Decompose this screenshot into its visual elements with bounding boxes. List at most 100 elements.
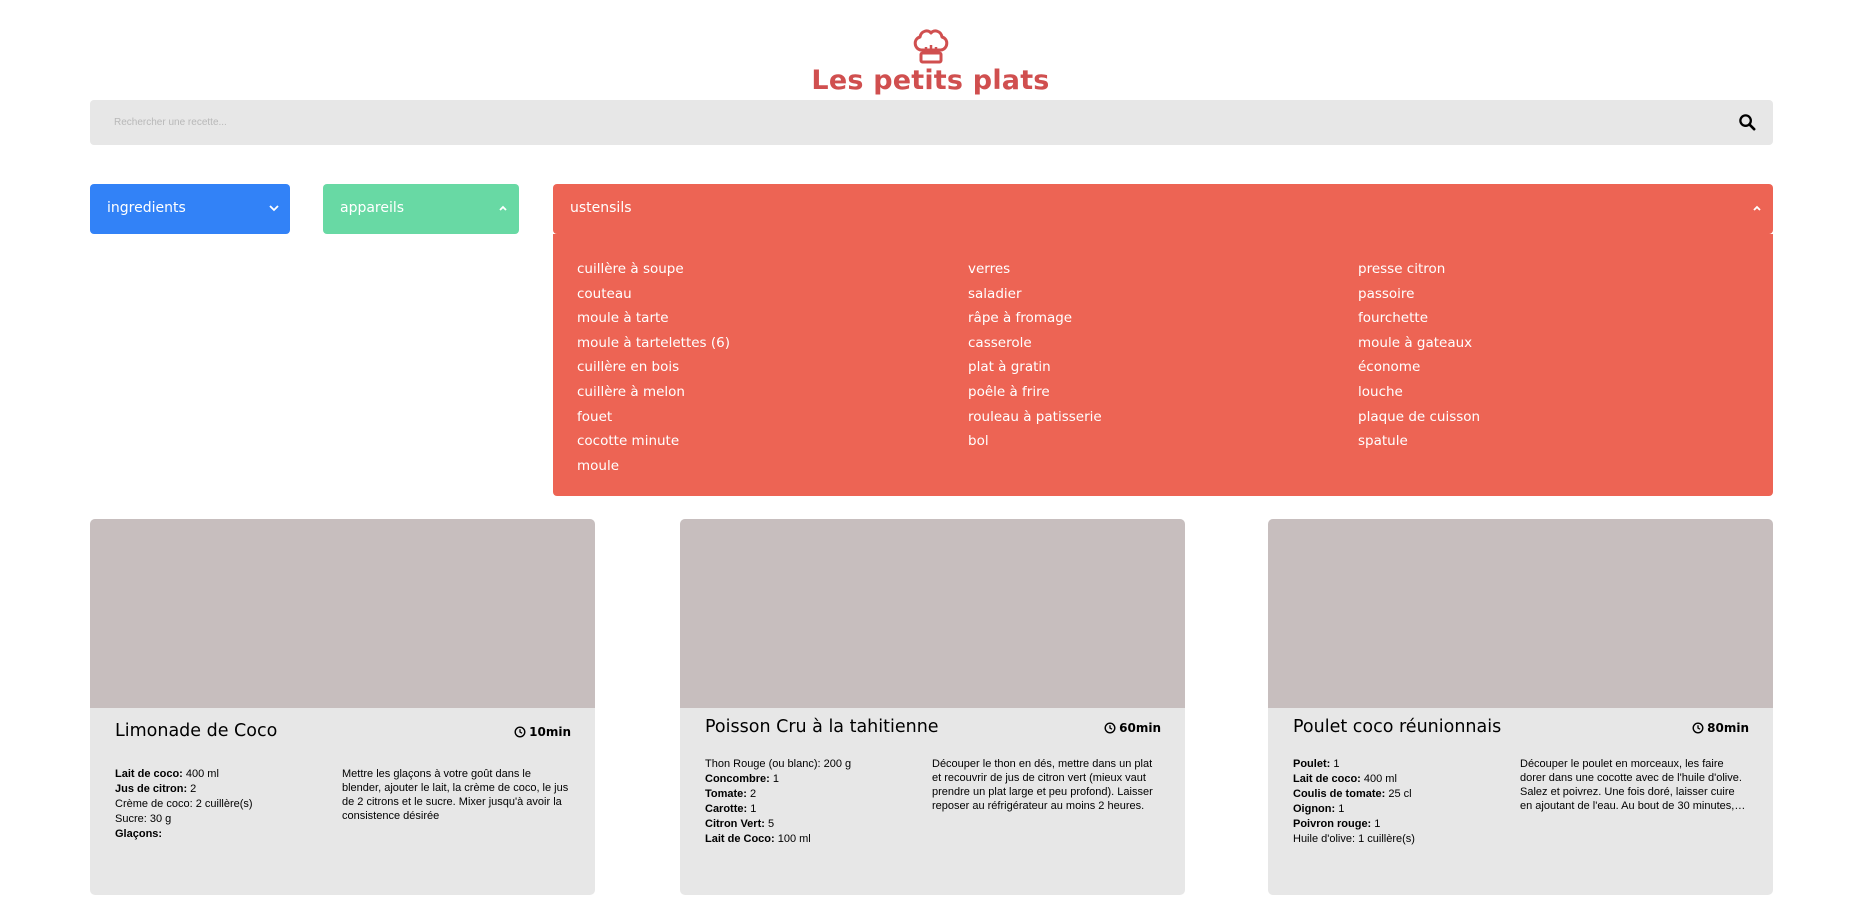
- ustensils-dropdown: cuillère à soupe couteau moule à tarte m…: [553, 234, 1773, 496]
- dropdown-item[interactable]: verres: [968, 257, 1102, 282]
- ingredient-name: Jus de citron:: [115, 783, 188, 795]
- dropdown-item[interactable]: moule: [577, 454, 730, 479]
- recipe-time: 80min: [1692, 721, 1749, 735]
- ingredient-row: Tomate: 2: [705, 787, 915, 802]
- ingredient-row: Citron Vert: 5: [705, 817, 915, 832]
- ingredient-row: Sucre: 30 g: [115, 812, 325, 827]
- ingredient-name: Citron Vert:: [705, 818, 765, 830]
- ingredient-row: Crème de coco: 2 cuillère(s): [115, 797, 325, 812]
- ingredient-qty: 400 ml: [1360, 773, 1397, 785]
- ingredient-qty: 2: [746, 788, 757, 800]
- recipe-image: [1268, 519, 1773, 708]
- dropdown-item[interactable]: moule à gateaux: [1358, 331, 1480, 356]
- ingredient-qty: 1 cuillère(s): [1355, 833, 1415, 845]
- dropdown-column: verres saladier râpe à fromage casserole…: [968, 257, 1102, 454]
- recipe-time: 10min: [514, 725, 571, 739]
- recipe-description: Mettre les glaçons à votre goût dans le …: [342, 768, 569, 822]
- dropdown-column: cuillère à soupe couteau moule à tarte m…: [577, 257, 730, 478]
- recipe-description: Découper le poulet en morceaux, les fair…: [1520, 758, 1742, 812]
- recipe-card[interactable]: Limonade de Coco 10min Lait de coco: 400…: [90, 519, 595, 895]
- dropdown-item[interactable]: bol: [968, 429, 1102, 454]
- search-icon[interactable]: [1738, 113, 1757, 132]
- ingredient-qty: 200 g: [820, 758, 852, 770]
- search-bar: [90, 100, 1773, 145]
- ingredient-qty: 100 ml: [774, 833, 811, 845]
- dropdown-item[interactable]: cuillère à soupe: [577, 257, 730, 282]
- ingredient-row: Lait de Coco: 100 ml: [705, 832, 915, 847]
- ingredient-qty: 5: [764, 818, 775, 830]
- ingredient-name: Lait de Coco:: [705, 833, 775, 845]
- ingredient-row: Lait de coco: 400 ml: [115, 767, 325, 782]
- dropdown-item[interactable]: économe: [1358, 355, 1480, 380]
- ingredient-row: Oignon: 1: [1293, 802, 1503, 817]
- ingredient-name: Poivron rouge:: [1293, 818, 1372, 830]
- ingredient-name: Coulis de tomate:: [1293, 788, 1386, 800]
- ingredient-row: Poivron rouge: 1: [1293, 817, 1503, 832]
- chevron-up-icon: [1753, 205, 1761, 211]
- dropdown-item[interactable]: couteau: [577, 282, 730, 307]
- ingredient-name: Tomate:: [705, 788, 747, 800]
- dropdown-item[interactable]: fouet: [577, 405, 730, 430]
- dropdown-item[interactable]: plat à gratin: [968, 355, 1102, 380]
- recipe-image: [680, 519, 1185, 708]
- dropdown-item[interactable]: cuillère en bois: [577, 355, 730, 380]
- clock-icon: [1104, 722, 1116, 734]
- chef-hat-icon: [913, 29, 948, 64]
- dropdown-column: presse citron passoire fourchette moule …: [1358, 257, 1480, 454]
- ingredient-qty: 400 ml: [182, 768, 219, 780]
- recipe-description: Découper le thon en dés, mettre dans un …: [932, 758, 1153, 812]
- recipe-ingredients: Poulet: 1 Lait de coco: 400 ml Coulis de…: [1293, 757, 1503, 847]
- dropdown-item[interactable]: presse citron: [1358, 257, 1480, 282]
- ingredient-qty: 1: [1335, 803, 1345, 815]
- dropdown-item[interactable]: spatule: [1358, 429, 1480, 454]
- dropdown-item[interactable]: passoire: [1358, 282, 1480, 307]
- dropdown-item[interactable]: rouleau à patisserie: [968, 405, 1102, 430]
- recipe-time-value: 80min: [1707, 721, 1749, 735]
- ingredient-row: Thon Rouge (ou blanc): 200 g: [705, 757, 915, 772]
- ingredient-qty: 1: [1371, 818, 1381, 830]
- recipe-title: Limonade de Coco: [115, 721, 278, 741]
- ingredient-row: Concombre: 1: [705, 772, 915, 787]
- recipe-card[interactable]: Poisson Cru à la tahitienne 60min Thon R…: [680, 519, 1185, 895]
- recipe-image: [90, 519, 595, 708]
- dropdown-item[interactable]: râpe à fromage: [968, 306, 1102, 331]
- dropdown-item[interactable]: saladier: [968, 282, 1102, 307]
- recipe-time-value: 10min: [529, 725, 571, 739]
- filter-appareils-button[interactable]: appareils: [323, 184, 519, 234]
- dropdown-item[interactable]: cocotte minute: [577, 429, 730, 454]
- recipe-title: Poulet coco réunionnais: [1293, 717, 1502, 737]
- search-input[interactable]: [114, 100, 1694, 145]
- dropdown-item[interactable]: fourchette: [1358, 306, 1480, 331]
- clock-icon: [1692, 722, 1704, 734]
- ingredient-name: Poulet:: [1293, 758, 1331, 770]
- recipe-ingredients: Lait de coco: 400 ml Jus de citron: 2 Cr…: [115, 767, 325, 842]
- chevron-up-icon: [499, 205, 507, 211]
- ingredient-row: Huile d'olive: 1 cuillère(s): [1293, 832, 1503, 847]
- dropdown-item[interactable]: cuillère à melon: [577, 380, 730, 405]
- dropdown-item[interactable]: moule à tartelettes (6): [577, 331, 730, 356]
- dropdown-item[interactable]: moule à tarte: [577, 306, 730, 331]
- ingredient-name: Glaçons:: [115, 828, 163, 840]
- ingredient-name: Lait de coco:: [115, 768, 183, 780]
- ingredient-row: Coulis de tomate: 25 cl: [1293, 787, 1503, 802]
- site-title: Les petits plats: [811, 65, 1050, 96]
- dropdown-item[interactable]: louche: [1358, 380, 1480, 405]
- ingredient-row: Jus de citron: 2: [115, 782, 325, 797]
- ingredient-qty: 25 cl: [1385, 788, 1412, 800]
- filter-ingredients-button[interactable]: ingredients: [90, 184, 290, 234]
- ingredient-row: Glaçons:: [115, 827, 325, 842]
- recipe-ingredients: Thon Rouge (ou blanc): 200 g Concombre: …: [705, 757, 915, 847]
- ingredient-name: Crème de coco:: [115, 798, 193, 810]
- dropdown-item[interactable]: casserole: [968, 331, 1102, 356]
- recipe-card[interactable]: Poulet coco réunionnais 80min Poulet: 1 …: [1268, 519, 1773, 895]
- clock-icon: [514, 726, 526, 738]
- recipe-time: 60min: [1104, 721, 1161, 735]
- dropdown-item[interactable]: poêle à frire: [968, 380, 1102, 405]
- filter-ustensils-label: ustensils: [570, 200, 632, 216]
- ingredient-name: Sucre:: [115, 813, 147, 825]
- filter-ustensils-button[interactable]: ustensils: [553, 184, 1773, 234]
- chevron-down-icon: [269, 205, 279, 212]
- ingredient-name: Lait de coco:: [1293, 773, 1361, 785]
- dropdown-item[interactable]: plaque de cuisson: [1358, 405, 1480, 430]
- ingredient-row: Lait de coco: 400 ml: [1293, 772, 1503, 787]
